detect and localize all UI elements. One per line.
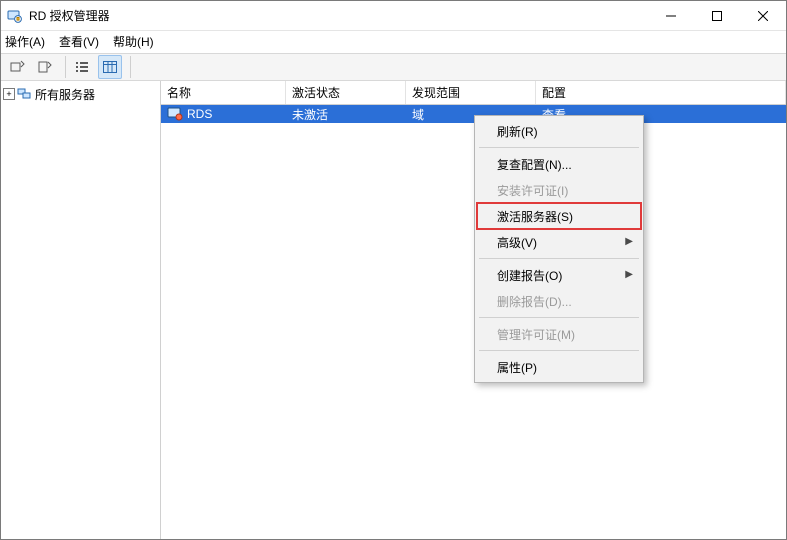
ctx-delete-report: 删除报告(D)... [477,288,641,314]
window: RD 授权管理器 操作(A) 查看(V) 帮助(H) [0,0,787,540]
menu-action[interactable]: 操作(A) [5,33,45,50]
menu-bar: 操作(A) 查看(V) 帮助(H) [1,31,786,53]
ctx-separator [479,147,639,148]
submenu-arrow-icon: ▶ [625,236,633,247]
ctx-advanced[interactable]: 高级(V) ▶ [477,229,641,255]
close-button[interactable] [740,1,786,31]
window-title: RD 授权管理器 [29,7,110,24]
context-menu: 刷新(R) 复查配置(N)... 安装许可证(I) 激活服务器(S) 高级(V)… [474,115,644,383]
toolbar-separator [65,56,66,78]
submenu-arrow-icon: ▶ [625,269,633,280]
ctx-refresh[interactable]: 刷新(R) [477,118,641,144]
cell-activation: 未激活 [292,106,328,123]
body-area: + 所有服务器 名称 激活状态 发现范围 配置 [1,81,786,539]
servers-icon [17,86,33,102]
toolbar-button-1[interactable] [5,55,29,79]
column-header-scope[interactable]: 发现范围 [406,81,536,104]
menu-view[interactable]: 查看(V) [59,33,99,50]
ctx-install-license: 安装许可证(I) [477,177,641,203]
maximize-button[interactable] [694,1,740,31]
list-rows[interactable]: RDS 未激活 域 查看 刷新(R) 复查配置(N)... 安装许可证(I) 激… [161,105,786,539]
title-bar: RD 授权管理器 [1,1,786,31]
ctx-properties[interactable]: 属性(P) [477,354,641,380]
ctx-activate-server[interactable]: 激活服务器(S) [477,203,641,229]
cell-scope: 域 [412,106,424,123]
ctx-separator [479,350,639,351]
toolbar-view-details-icon[interactable] [98,55,122,79]
ctx-create-report[interactable]: 创建报告(O) ▶ [477,262,641,288]
tree-pane[interactable]: + 所有服务器 [1,81,161,539]
server-icon [167,107,183,121]
toolbar [1,53,786,81]
menu-help[interactable]: 帮助(H) [113,33,154,50]
column-header-config[interactable]: 配置 [536,81,786,104]
app-icon [7,8,23,24]
minimize-button[interactable] [648,1,694,31]
tree-root-item[interactable]: + 所有服务器 [3,85,158,103]
tree-root-label: 所有服务器 [35,86,95,103]
toolbar-view-list-icon[interactable] [70,55,94,79]
column-header-activation[interactable]: 激活状态 [286,81,406,104]
ctx-review-config[interactable]: 复查配置(N)... [477,151,641,177]
toolbar-separator-2 [130,56,131,78]
ctx-separator [479,258,639,259]
column-header-name[interactable]: 名称 [161,81,286,104]
tree-expander-icon[interactable]: + [3,88,15,100]
list-pane: 名称 激活状态 发现范围 配置 RDS [161,81,786,539]
ctx-manage-license: 管理许可证(M) [477,321,641,347]
ctx-separator [479,317,639,318]
list-header: 名称 激活状态 发现范围 配置 [161,81,786,105]
toolbar-button-2[interactable] [33,55,57,79]
cell-name: RDS [187,107,212,121]
